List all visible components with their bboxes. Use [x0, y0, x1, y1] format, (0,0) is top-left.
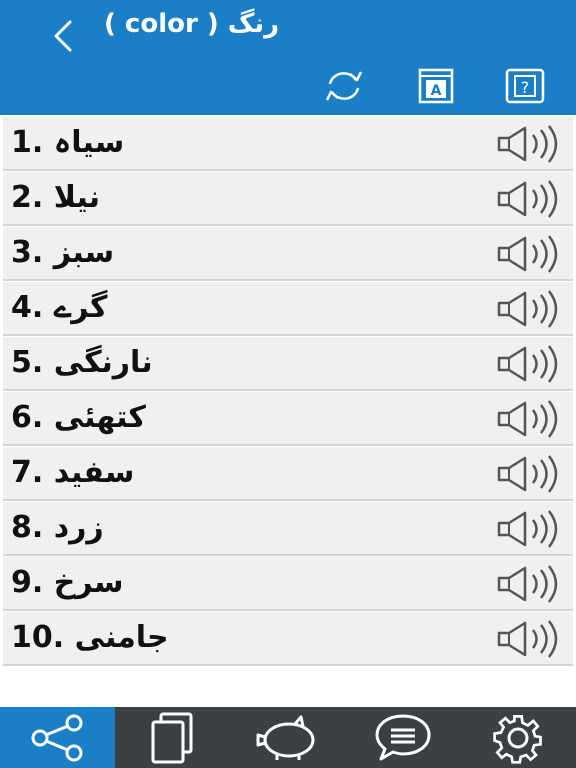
word-list: سیاہ .1 نیلا .2 سبز .3 گرے .4 نارنگی .5 کتھئی…	[0, 116, 576, 666]
word-label: سفید .7	[11, 455, 135, 490]
chevron-left-icon	[54, 20, 72, 52]
list-item[interactable]: نیلا .2	[3, 171, 573, 226]
speaker-icon[interactable]	[497, 345, 563, 383]
page-title: ( color ) رنگ	[104, 9, 280, 39]
dictionary-icon: A	[418, 68, 454, 104]
word-label: جامنی .10	[11, 620, 169, 655]
svg-text:A: A	[431, 83, 442, 99]
speaker-icon[interactable]	[497, 510, 563, 548]
word-label: سیاہ .1	[11, 125, 125, 160]
word-label: سبز .3	[11, 235, 115, 270]
settings-icon	[493, 714, 543, 764]
piggy-bank-icon	[256, 715, 315, 760]
back-button[interactable]	[44, 16, 84, 56]
bottom-tab-bar	[0, 707, 576, 768]
list-item[interactable]: گرے .4	[3, 281, 573, 336]
tab-share[interactable]	[0, 707, 116, 768]
word-label: گرے .4	[11, 290, 108, 325]
speaker-icon[interactable]	[497, 565, 563, 603]
help-icon: ?	[505, 68, 545, 104]
word-label: نیلا .2	[11, 180, 101, 215]
word-label: زرد .8	[11, 510, 104, 545]
svg-text:?: ?	[521, 78, 530, 97]
dictionary-button[interactable]: A	[414, 66, 458, 106]
app-header: ( color ) رنگ A ?	[0, 0, 576, 115]
speaker-icon[interactable]	[497, 400, 563, 438]
speaker-icon[interactable]	[497, 125, 563, 163]
tab-piggy-bank[interactable]	[230, 707, 345, 768]
speaker-icon[interactable]	[497, 235, 563, 273]
tab-settings[interactable]	[461, 707, 576, 768]
help-button[interactable]: ?	[503, 66, 547, 106]
word-label: کتھئی .6	[11, 400, 146, 435]
speaker-icon[interactable]	[497, 290, 563, 328]
copy-icon	[151, 712, 193, 763]
list-item[interactable]: جامنی .10	[3, 611, 573, 666]
word-label: نارنگی .5	[11, 345, 153, 380]
speaker-icon[interactable]	[497, 620, 563, 658]
chat-icon	[375, 714, 431, 760]
tab-copy[interactable]	[115, 707, 230, 768]
tab-chat[interactable]	[346, 707, 461, 768]
list-item[interactable]: سرخ .9	[3, 556, 573, 611]
list-item[interactable]: کتھئی .6	[3, 391, 573, 446]
refresh-button[interactable]	[322, 66, 366, 106]
refresh-icon	[325, 71, 363, 101]
word-label: سرخ .9	[11, 565, 124, 600]
list-item[interactable]: سبز .3	[3, 226, 573, 281]
speaker-icon[interactable]	[497, 180, 563, 218]
list-item[interactable]: نارنگی .5	[3, 336, 573, 391]
list-item[interactable]: زرد .8	[3, 501, 573, 556]
list-item[interactable]: سیاہ .1	[3, 116, 573, 171]
speaker-icon[interactable]	[497, 455, 563, 493]
share-icon	[31, 714, 83, 761]
list-item[interactable]: سفید .7	[3, 446, 573, 501]
